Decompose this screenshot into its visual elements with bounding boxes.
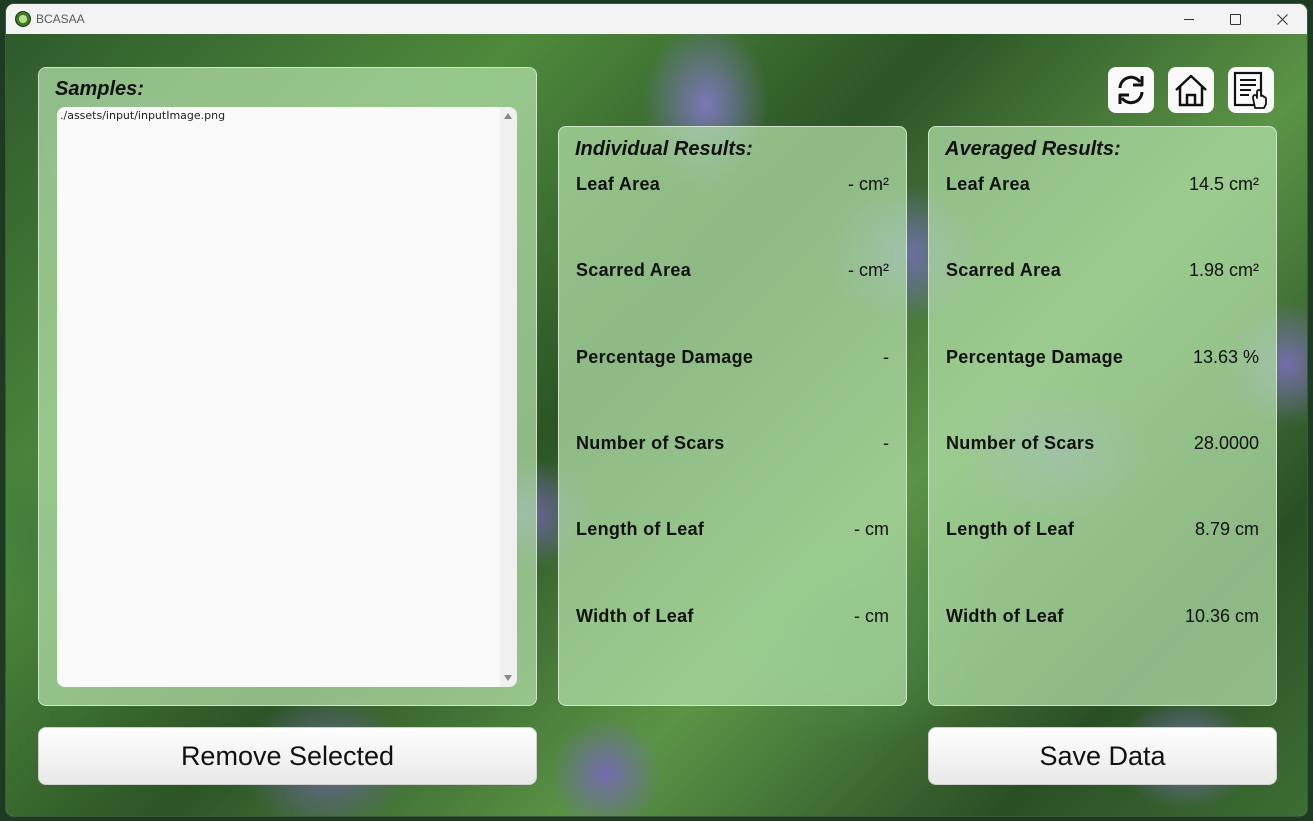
title-bar: BCASAA bbox=[6, 4, 1307, 34]
home-icon bbox=[1175, 74, 1207, 107]
samples-panel: Samples: ./assets/input/inputImage.png bbox=[38, 67, 537, 706]
result-row: Number of Scars 28.0000 bbox=[946, 433, 1259, 457]
window-title: BCASAA bbox=[36, 12, 85, 26]
app-logo-icon bbox=[15, 11, 31, 27]
result-row: Scarred Area - cm² bbox=[576, 260, 889, 284]
result-row: Percentage Damage - bbox=[576, 347, 889, 371]
result-label: Length of Leaf bbox=[946, 519, 1075, 539]
remove-selected-button[interactable]: Remove Selected bbox=[38, 727, 537, 785]
scroll-down-arrow-icon[interactable] bbox=[504, 675, 512, 681]
list-item[interactable]: ./assets/input/inputImage.png bbox=[60, 109, 225, 122]
result-row: Percentage Damage 13.63 % bbox=[946, 347, 1259, 371]
result-label: Width of Leaf bbox=[576, 606, 694, 626]
result-row: Number of Scars - bbox=[576, 433, 889, 457]
report-button[interactable] bbox=[1228, 67, 1274, 113]
samples-listbox[interactable]: ./assets/input/inputImage.png bbox=[57, 107, 517, 687]
app-window: BCASAA Samples: ./assets/input/inputImag… bbox=[6, 4, 1307, 816]
refresh-button[interactable] bbox=[1108, 67, 1154, 113]
minimize-icon bbox=[1184, 18, 1194, 20]
minimize-button[interactable] bbox=[1166, 4, 1212, 34]
result-row: Leaf Area 14.5 cm² bbox=[946, 174, 1259, 198]
averaged-results-panel: Averaged Results: Leaf Area 14.5 cm² Sca… bbox=[928, 126, 1277, 706]
result-row: Length of Leaf 8.79 cm bbox=[946, 519, 1259, 543]
result-label: Percentage Damage bbox=[946, 347, 1124, 367]
result-label: Scarred Area bbox=[576, 260, 692, 280]
result-label: Percentage Damage bbox=[576, 347, 754, 367]
result-value: 13.63 % bbox=[1192, 347, 1259, 367]
result-row: Scarred Area 1.98 cm² bbox=[946, 260, 1259, 284]
result-row: Width of Leaf 10.36 cm bbox=[946, 606, 1259, 630]
individual-results-heading: Individual Results: bbox=[575, 138, 753, 160]
result-value: - bbox=[883, 433, 889, 453]
report-icon bbox=[1233, 71, 1267, 109]
scrollbar[interactable] bbox=[500, 107, 517, 687]
result-label: Number of Scars bbox=[576, 433, 725, 453]
result-label: Leaf Area bbox=[946, 174, 1031, 194]
result-label: Scarred Area bbox=[946, 260, 1062, 280]
result-label: Width of Leaf bbox=[946, 606, 1064, 626]
result-row: Leaf Area - cm² bbox=[576, 174, 889, 198]
result-value: 28.0000 bbox=[1193, 433, 1259, 453]
result-row: Length of Leaf - cm bbox=[576, 519, 889, 543]
result-value: - cm² bbox=[848, 260, 889, 280]
home-button[interactable] bbox=[1168, 67, 1214, 113]
result-value: 8.79 cm bbox=[1194, 519, 1259, 539]
result-label: Length of Leaf bbox=[576, 519, 705, 539]
result-label: Number of Scars bbox=[946, 433, 1095, 453]
result-label: Leaf Area bbox=[576, 174, 661, 194]
result-value: - cm bbox=[854, 606, 889, 626]
averaged-results-heading: Averaged Results: bbox=[945, 138, 1121, 160]
maximize-icon bbox=[1229, 13, 1241, 25]
result-value: 10.36 cm bbox=[1184, 606, 1259, 626]
result-value: 1.98 cm² bbox=[1188, 260, 1259, 280]
maximize-button[interactable] bbox=[1212, 4, 1258, 34]
result-value: 14.5 cm² bbox=[1188, 174, 1259, 194]
close-button[interactable] bbox=[1259, 4, 1305, 34]
close-icon bbox=[1276, 13, 1288, 25]
result-row: Width of Leaf - cm bbox=[576, 606, 889, 630]
result-value: - bbox=[883, 347, 889, 367]
individual-results-panel: Individual Results: Leaf Area - cm² Scar… bbox=[558, 126, 907, 706]
result-value: - cm² bbox=[848, 174, 889, 194]
scroll-up-arrow-icon[interactable] bbox=[504, 113, 512, 119]
main-content: Samples: ./assets/input/inputImage.png I… bbox=[6, 34, 1307, 816]
result-value: - cm bbox=[854, 519, 889, 539]
samples-heading: Samples: bbox=[55, 78, 144, 100]
refresh-icon bbox=[1118, 75, 1144, 105]
save-data-button[interactable]: Save Data bbox=[928, 727, 1277, 785]
